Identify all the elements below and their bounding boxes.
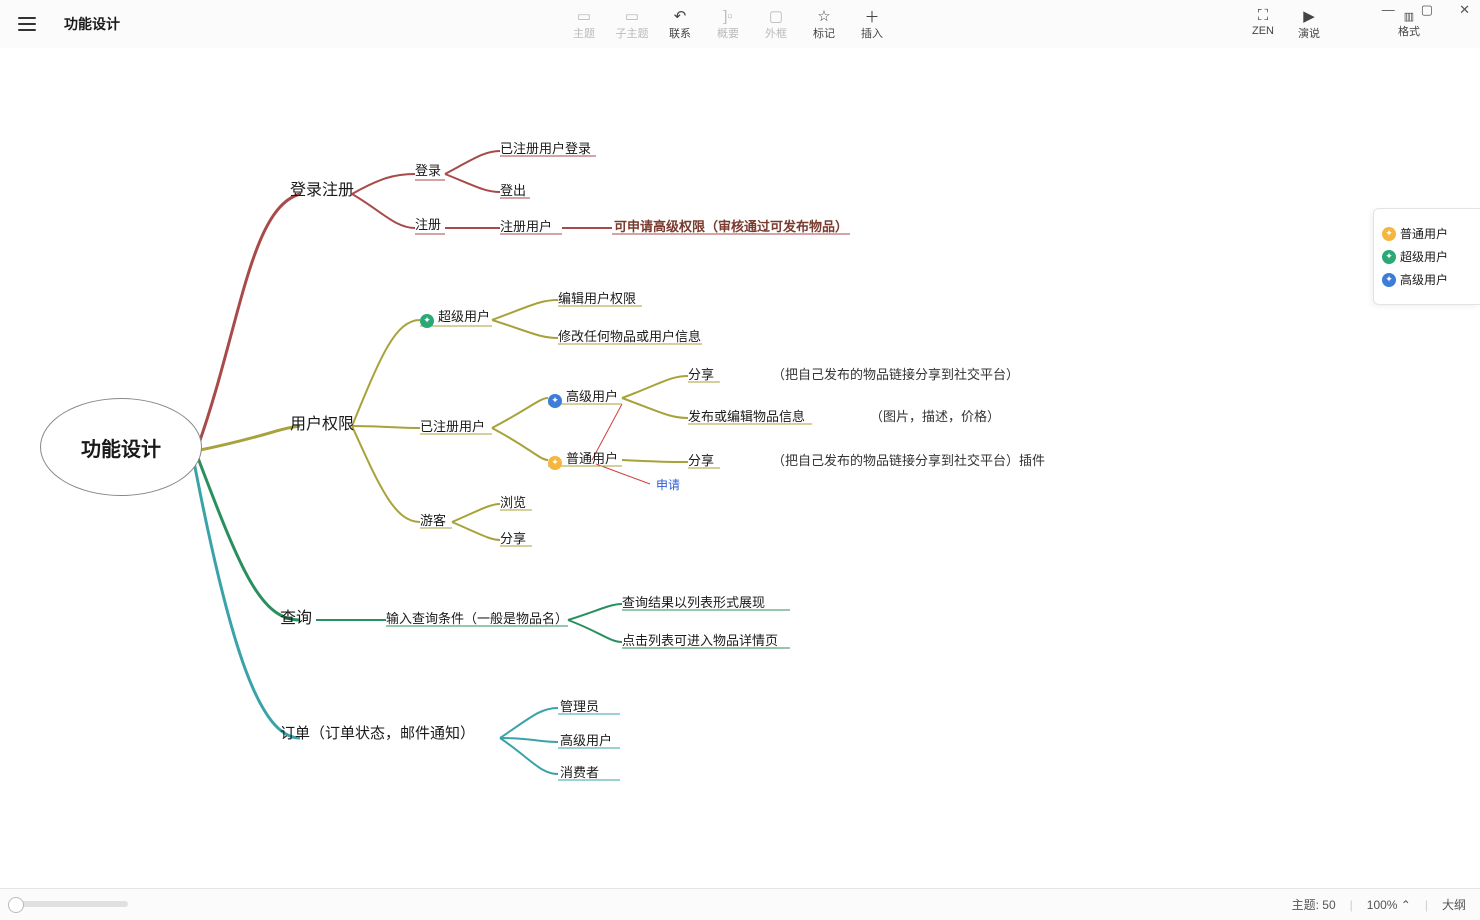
node-adv-publish-note[interactable]: （图片，描述，价格）	[870, 406, 1000, 425]
node-query-click-detail[interactable]: 点击列表可进入物品详情页	[622, 630, 778, 649]
legend-super-user[interactable]: ✦超级用户	[1382, 248, 1472, 265]
node-registered-user[interactable]: 已注册用户	[420, 416, 485, 435]
node-normal-share[interactable]: 分享	[688, 450, 714, 469]
node-logout[interactable]: 登出	[500, 180, 526, 199]
subtopic-icon: ▭	[625, 7, 639, 25]
tool-relation[interactable]: ↶联系	[656, 7, 704, 41]
node-order-advanced[interactable]: 高级用户	[560, 730, 612, 749]
menu-icon[interactable]	[18, 17, 36, 31]
user-badge-icon: ✦	[1382, 227, 1396, 241]
node-query-result-list[interactable]: 查询结果以列表形式展现	[622, 592, 765, 611]
outline-toggle[interactable]: 大纲	[1442, 896, 1466, 913]
node-root[interactable]: 功能设计	[40, 398, 202, 496]
node-normal-user[interactable]: ✦普通用户	[548, 448, 618, 470]
boundary-icon: ▢	[769, 7, 783, 25]
topic-icon: ▭	[577, 7, 591, 25]
node-register-note[interactable]: 可申请高级权限（审核通过可发布物品）	[614, 216, 848, 235]
legend-normal-user[interactable]: ✦普通用户	[1382, 225, 1472, 242]
node-guest-share[interactable]: 分享	[500, 528, 526, 547]
tool-summary[interactable]: ]▫概要	[704, 7, 752, 41]
statusbar: 主题: 50 | 100% ⌃ | 大纲	[0, 888, 1480, 920]
node-register[interactable]: 注册	[415, 214, 441, 233]
insert-icon: ＋	[864, 7, 879, 25]
node-super-user[interactable]: ✦超级用户	[420, 306, 490, 328]
node-adv-share-note[interactable]: （把自己发布的物品链接分享到社交平台）	[772, 364, 1019, 383]
present-icon: ▶	[1303, 7, 1315, 25]
user-badge-icon: ✦	[1382, 273, 1396, 287]
node-login[interactable]: 登录	[415, 160, 441, 179]
titlebar: 功能设计 ▭主题 ▭子主题 ↶联系 ]▫概要 ▢外框 ☆标记 ＋插入 ⛶ZEN …	[0, 0, 1480, 49]
zoom-level[interactable]: 100% ⌃	[1367, 898, 1411, 912]
mindmap-canvas[interactable]: 功能设计 登录注册 登录 注册 已注册用户登录 登出 注册用户 可申请高级权限（…	[0, 48, 1480, 888]
node-user-permission[interactable]: 用户权限	[290, 410, 354, 434]
node-adv-publish[interactable]: 发布或编辑物品信息	[688, 406, 805, 425]
node-edit-any-item[interactable]: 修改任何物品或用户信息	[558, 326, 701, 345]
user-badge-icon: ✦	[548, 456, 562, 470]
maximize-button[interactable]: ▢	[1417, 0, 1437, 22]
legend-panel[interactable]: ✦普通用户 ✦超级用户 ✦高级用户	[1373, 208, 1480, 305]
node-query[interactable]: 查询	[280, 604, 312, 628]
legend-advanced-user[interactable]: ✦高级用户	[1382, 271, 1472, 288]
node-guest-browse[interactable]: 浏览	[500, 492, 526, 511]
node-normal-share-note[interactable]: （把自己发布的物品链接分享到社交平台）插件	[772, 450, 1045, 469]
tool-topic[interactable]: ▭主题	[560, 7, 608, 41]
tool-subtopic[interactable]: ▭子主题	[608, 7, 656, 41]
connectors	[0, 48, 1480, 888]
marker-icon: ☆	[817, 7, 830, 25]
toolbar-right: ⛶ZEN ▶演说	[1252, 7, 1320, 41]
slider-thumb[interactable]	[8, 897, 24, 913]
relationship-label[interactable]: 申请	[656, 476, 680, 493]
node-advanced-user[interactable]: ✦高级用户	[548, 386, 618, 408]
user-badge-icon: ✦	[1382, 250, 1396, 264]
opacity-slider[interactable]	[8, 901, 128, 907]
toolbar-main: ▭主题 ▭子主题 ↶联系 ]▫概要 ▢外框 ☆标记 ＋插入	[560, 7, 896, 41]
minimize-button[interactable]: ―	[1378, 0, 1399, 22]
tool-insert[interactable]: ＋插入	[848, 7, 896, 41]
tool-boundary[interactable]: ▢外框	[752, 7, 800, 41]
close-button[interactable]: ✕	[1455, 0, 1474, 22]
summary-icon: ]▫	[723, 7, 733, 25]
topic-count: 主题: 50	[1292, 896, 1336, 913]
zen-icon: ⛶	[1258, 7, 1269, 25]
document-title: 功能设计	[64, 14, 120, 34]
node-guest[interactable]: 游客	[420, 510, 446, 529]
node-adv-share[interactable]: 分享	[688, 364, 714, 383]
tool-present[interactable]: ▶演说	[1298, 7, 1320, 41]
window-controls: ― ▢ ✕	[1378, 0, 1474, 22]
node-edit-user-perm[interactable]: 编辑用户权限	[558, 288, 636, 307]
tool-marker[interactable]: ☆标记	[800, 7, 848, 41]
node-order-consumer[interactable]: 消费者	[560, 762, 599, 781]
relation-icon: ↶	[674, 7, 687, 25]
node-register-user[interactable]: 注册用户	[500, 216, 552, 235]
node-login-register[interactable]: 登录注册	[290, 176, 354, 200]
node-query-input[interactable]: 输入查询条件（一般是物品名）	[386, 608, 568, 627]
user-badge-icon: ✦	[548, 394, 562, 408]
node-order[interactable]: 订单（订单状态，邮件通知）	[280, 722, 475, 743]
tool-zen[interactable]: ⛶ZEN	[1252, 7, 1274, 41]
user-badge-icon: ✦	[420, 314, 434, 328]
node-registered-login[interactable]: 已注册用户登录	[500, 138, 591, 157]
node-order-admin[interactable]: 管理员	[560, 696, 599, 715]
